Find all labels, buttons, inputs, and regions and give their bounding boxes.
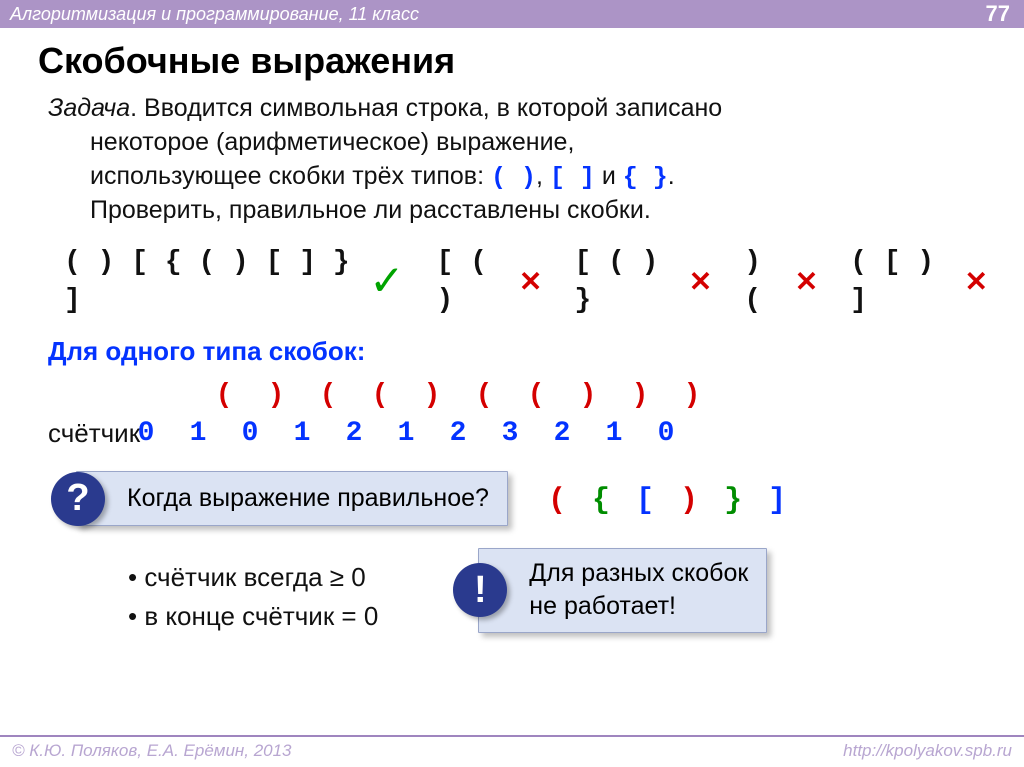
counter-symbol: ( bbox=[458, 377, 510, 415]
cross-icon: ✕ bbox=[795, 263, 818, 301]
question-badge-icon: ? bbox=[51, 472, 105, 526]
counter-symbol: ( bbox=[302, 377, 354, 415]
counter-symbol: ) bbox=[562, 377, 614, 415]
counter-symbol: ) bbox=[614, 377, 666, 415]
subhead-single-type: Для одного типа скобок: bbox=[48, 334, 988, 369]
counter-symbol: ) bbox=[406, 377, 458, 415]
mixed-brackets-example: ( { [ ) } ] bbox=[548, 481, 790, 522]
counter-value: 3 bbox=[484, 415, 536, 453]
page-number: 77 bbox=[986, 1, 1010, 27]
slide-footer: © К.Ю. Поляков, Е.А. Ерёмин, 2013 http:/… bbox=[0, 735, 1024, 767]
task-block: Задача. Вводится символьная строка, в ко… bbox=[48, 92, 988, 228]
task-text-3a: использующее скобки трёх типов: bbox=[90, 162, 491, 190]
bullet-2: • в конце счётчик = 0 bbox=[128, 597, 378, 636]
counter-symbol: ) bbox=[250, 377, 302, 415]
counter-symbol bbox=[146, 377, 198, 415]
brackets-square: [ ] bbox=[550, 163, 595, 192]
warning-line-1: Для разных скобок bbox=[529, 557, 748, 591]
task-lead: Задача bbox=[48, 94, 130, 122]
slide-header: Алгоритмизация и программирование, 11 кл… bbox=[0, 0, 1024, 28]
counter-value: 1 bbox=[380, 415, 432, 453]
counter-value: 2 bbox=[432, 415, 484, 453]
cross-icon: ✕ bbox=[519, 263, 542, 301]
example-invalid-1: [ ( ) bbox=[436, 244, 514, 320]
counter-symbol: ( bbox=[510, 377, 562, 415]
counter-symbol: ( bbox=[198, 377, 250, 415]
counter-value: 1 bbox=[172, 415, 224, 453]
counter-symbol: ( bbox=[354, 377, 406, 415]
brackets-round: ( ) bbox=[491, 163, 536, 192]
footer-copyright: © К.Ю. Поляков, Е.А. Ерёмин, 2013 bbox=[12, 741, 292, 761]
task-text-2: некоторое (арифметическое) выражение, bbox=[90, 126, 988, 160]
task-text-1: . Вводится символьная строка, в которой … bbox=[130, 94, 722, 122]
footer-url: http://kpolyakov.spb.ru bbox=[843, 741, 1012, 761]
example-invalid-3: ) ( bbox=[744, 244, 791, 320]
exclamation-badge-icon: ! bbox=[453, 563, 507, 617]
header-title: Алгоритмизация и программирование, 11 кл… bbox=[10, 4, 419, 25]
counter-value: 0 bbox=[640, 415, 692, 453]
warning-callout: ! Для разных скобок не работает! bbox=[478, 548, 767, 634]
counter-value: 1 bbox=[276, 415, 328, 453]
example-valid: ( ) [ { ( ) [ ] } ] bbox=[64, 244, 365, 320]
question-text: Когда выражение правильное? bbox=[127, 484, 489, 512]
question-callout: ? Когда выражение правильное? bbox=[76, 471, 508, 527]
warning-line-2: не работает! bbox=[529, 590, 748, 624]
bullet-1: • счётчик всегда ≥ 0 bbox=[128, 558, 378, 597]
examples-row: ( ) [ { ( ) [ ] } ] ✓ [ ( )✕ [ ( ) }✕ ) … bbox=[64, 244, 988, 320]
example-invalid-2: [ ( ) } bbox=[574, 244, 684, 320]
counter-symbol: ) bbox=[666, 377, 718, 415]
counter-value: 0 bbox=[224, 415, 276, 453]
slide-title: Скобочные выражения bbox=[38, 40, 1024, 82]
counter-table: ()(()(())) счётчик01012123210 bbox=[48, 377, 718, 453]
example-invalid-4: ( [ ) ] bbox=[850, 244, 960, 320]
check-icon: ✓ bbox=[369, 253, 404, 310]
slide-body: Задача. Вводится символьная строка, в ко… bbox=[0, 92, 1024, 636]
cross-icon: ✕ bbox=[689, 263, 712, 301]
bullets: • счётчик всегда ≥ 0 • в конце счётчик =… bbox=[128, 558, 378, 636]
counter-value: 0 bbox=[120, 415, 172, 453]
brackets-curly: { } bbox=[623, 163, 668, 192]
cross-icon: ✕ bbox=[965, 263, 988, 301]
counter-value: 2 bbox=[328, 415, 380, 453]
task-text-4: Проверить, правильное ли расставлены ско… bbox=[90, 194, 988, 228]
counter-value: 2 bbox=[536, 415, 588, 453]
counter-value: 1 bbox=[588, 415, 640, 453]
